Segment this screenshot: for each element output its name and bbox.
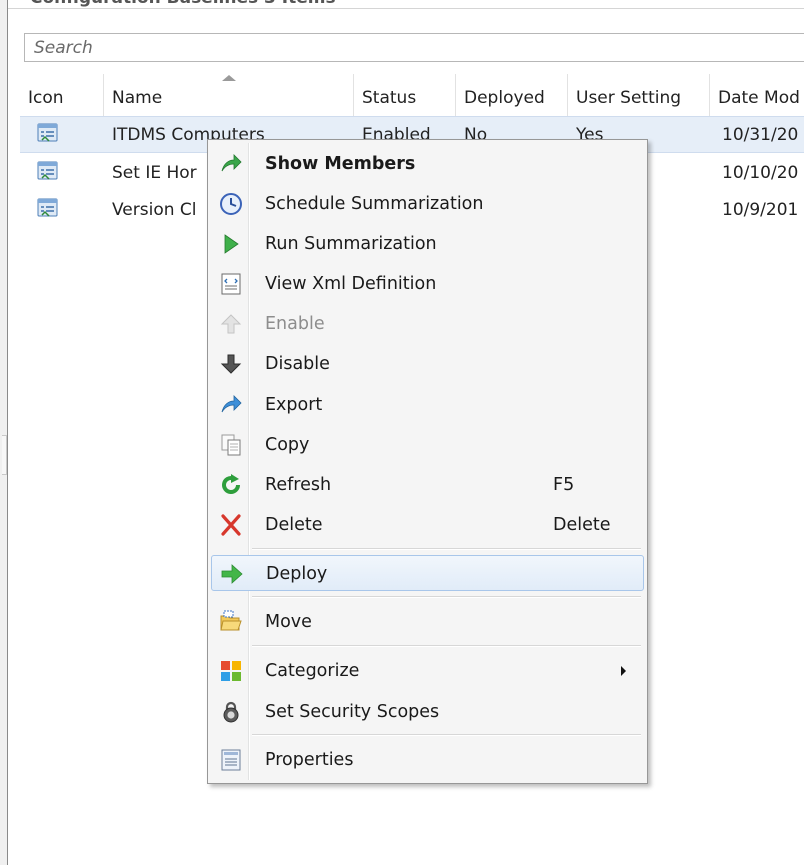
copy-icon xyxy=(221,434,241,456)
menu-item-label: Set Security Scopes xyxy=(265,702,440,722)
menu-item-label: Deploy xyxy=(266,564,328,584)
context-menu: Show Members Schedule Summarization Run … xyxy=(207,139,648,784)
up-arrow-icon xyxy=(220,314,242,334)
row-date-modified: 10/9/201 xyxy=(722,200,799,220)
menu-separator xyxy=(252,596,641,598)
menu-item-export[interactable]: Export xyxy=(211,387,644,423)
menu-item-move[interactable]: Move xyxy=(211,604,644,640)
menu-item-disable[interactable]: Disable xyxy=(211,346,644,382)
menu-item-properties[interactable]: Properties xyxy=(211,742,644,778)
pane-title: Configuration Baselines 3 Items xyxy=(30,0,336,8)
menu-item-deploy[interactable]: Deploy xyxy=(211,555,644,591)
menu-item-label: Move xyxy=(265,612,312,632)
menu-item-label: Show Members xyxy=(265,154,416,174)
menu-item-label: Copy xyxy=(265,435,310,455)
pane-splitter-handle[interactable] xyxy=(2,435,7,475)
menu-item-label: Schedule Summarization xyxy=(265,194,484,214)
menu-item-set-security-scopes[interactable]: Set Security Scopes xyxy=(211,694,644,730)
column-header-status[interactable]: Status xyxy=(353,74,455,117)
menu-item-label: Run Summarization xyxy=(265,234,437,254)
xml-document-icon xyxy=(221,273,241,295)
menu-item-shortcut: F5 xyxy=(553,475,575,495)
submenu-arrow-icon xyxy=(621,666,626,676)
properties-icon xyxy=(221,749,241,771)
configuration-baseline-icon xyxy=(37,198,58,217)
column-header-date-modified[interactable]: Date Mod xyxy=(709,74,804,117)
play-icon xyxy=(224,234,239,254)
menu-item-label: Delete xyxy=(265,515,323,535)
column-header-user-setting[interactable]: User Setting xyxy=(567,74,709,117)
configuration-baseline-icon xyxy=(37,123,58,142)
padlock-icon xyxy=(223,701,239,723)
column-header-name[interactable]: Name xyxy=(103,74,353,117)
menu-item-delete[interactable]: Delete Delete xyxy=(211,507,644,543)
menu-item-shortcut: Delete xyxy=(553,515,611,535)
menu-item-categorize[interactable]: Categorize xyxy=(211,653,644,689)
refresh-icon xyxy=(222,474,240,494)
menu-item-refresh[interactable]: Refresh F5 xyxy=(211,467,644,503)
row-date-modified: 10/10/20 xyxy=(722,163,799,183)
menu-separator xyxy=(252,734,641,736)
menu-item-schedule-summarization[interactable]: Schedule Summarization xyxy=(211,186,644,222)
search-input[interactable] xyxy=(25,34,804,61)
deploy-arrow-icon xyxy=(221,564,243,584)
menu-item-label: Enable xyxy=(265,314,325,334)
menu-item-label: Categorize xyxy=(265,661,360,681)
menu-item-enable: Enable xyxy=(211,306,644,342)
menu-item-label: Properties xyxy=(265,750,354,770)
column-header-deployed[interactable]: Deployed xyxy=(455,74,567,117)
clock-icon xyxy=(220,193,242,215)
delete-x-icon xyxy=(221,514,241,536)
menu-separator xyxy=(252,548,641,550)
row-name: Set IE Hor xyxy=(112,163,197,183)
show-members-icon xyxy=(221,154,242,172)
configuration-baseline-icon xyxy=(37,161,58,180)
down-arrow-icon xyxy=(220,354,242,374)
menu-item-show-members[interactable]: Show Members xyxy=(211,146,644,182)
menu-separator xyxy=(252,645,641,647)
row-date-modified: 10/31/20 xyxy=(722,125,799,145)
menu-item-label: Export xyxy=(265,395,323,415)
search-field[interactable] xyxy=(24,33,804,62)
window-left-edge xyxy=(0,0,8,865)
categorize-icon xyxy=(221,661,241,681)
column-header-icon[interactable]: Icon xyxy=(20,74,103,117)
folder-move-icon xyxy=(220,610,242,631)
menu-item-label: Disable xyxy=(265,354,330,374)
menu-item-copy[interactable]: Copy xyxy=(211,427,644,463)
row-name: Version Cl xyxy=(112,200,197,220)
column-header-row: Icon Name Status Deployed User Setting D… xyxy=(20,74,804,118)
title-divider xyxy=(8,8,804,9)
menu-item-label: View Xml Definition xyxy=(265,274,437,294)
export-arrow-icon xyxy=(221,395,242,413)
menu-item-view-xml-definition[interactable]: View Xml Definition xyxy=(211,266,644,302)
menu-item-run-summarization[interactable]: Run Summarization xyxy=(211,226,644,262)
menu-item-label: Refresh xyxy=(265,475,332,495)
